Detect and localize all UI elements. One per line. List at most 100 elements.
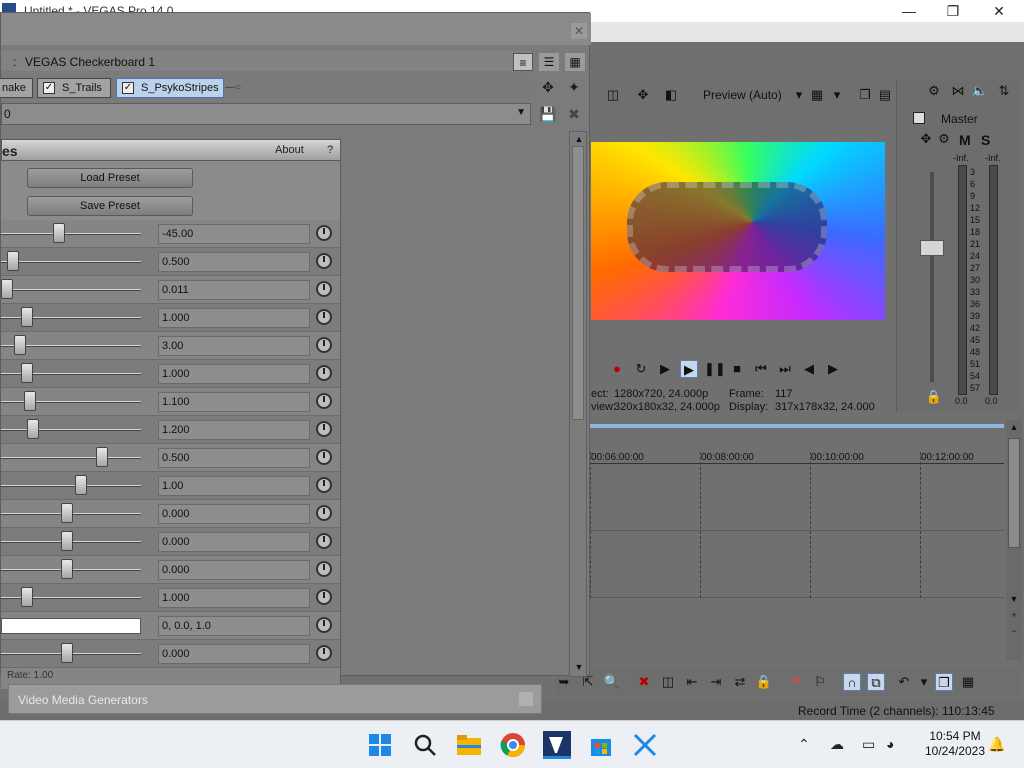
stop-icon[interactable]: ■ xyxy=(728,360,746,378)
pan-icon[interactable]: ✥ xyxy=(917,130,935,148)
parameter-value-field[interactable]: 0, 0.0, 1.0 xyxy=(158,616,310,636)
parameter-slider-knob[interactable] xyxy=(27,419,39,439)
minimize-button[interactable]: — xyxy=(886,0,932,22)
display-icon[interactable]: ▭ xyxy=(862,736,875,753)
parameter-value-field[interactable]: 1.00 xyxy=(158,476,310,496)
dialog-scrollbar[interactable]: ▲ ▼ xyxy=(569,131,587,677)
ripple-edit-icon[interactable]: ↶ xyxy=(895,673,913,691)
parameter-slider-track[interactable] xyxy=(1,233,141,235)
parameter-slider-knob[interactable] xyxy=(61,503,73,523)
animate-keyframe-icon[interactable] xyxy=(316,393,332,409)
lock-icon[interactable]: 🔒 xyxy=(925,388,943,406)
scroll-up-icon[interactable]: ▲ xyxy=(1008,422,1020,434)
close-window-button[interactable]: ✕ xyxy=(976,0,1022,22)
ripple-dropdown-icon[interactable]: ▾ xyxy=(915,673,933,691)
parameter-slider-track[interactable] xyxy=(1,261,141,263)
store-icon[interactable] xyxy=(587,731,615,759)
preview-quality-select[interactable]: Preview (Auto) xyxy=(703,88,782,102)
parameter-slider-track[interactable] xyxy=(1,485,141,487)
next-frame-icon[interactable]: ▶ xyxy=(824,360,842,378)
parameter-value-field[interactable]: 0.011 xyxy=(158,280,310,300)
parameter-slider-knob[interactable] xyxy=(7,251,19,271)
solo-button[interactable]: S xyxy=(981,132,990,148)
zoom-tool-icon[interactable]: 🔍 xyxy=(603,673,621,691)
parameter-value-field[interactable]: 1.100 xyxy=(158,392,310,412)
zoom-out-icon[interactable]: − xyxy=(1008,626,1020,638)
animate-keyframe-icon[interactable] xyxy=(316,533,332,549)
save-preset-icon[interactable]: 💾 xyxy=(538,104,558,124)
snipping-tool-icon[interactable] xyxy=(631,731,659,759)
parameter-value-field[interactable]: 0.000 xyxy=(158,560,310,580)
animate-keyframe-icon[interactable] xyxy=(316,645,332,661)
zoom-in-icon[interactable]: + xyxy=(1008,610,1020,622)
marker-icon[interactable]: ⚑ xyxy=(787,673,805,691)
animate-keyframe-icon[interactable] xyxy=(316,337,332,353)
parameter-slider-track[interactable] xyxy=(1,457,141,459)
parameter-value-field[interactable]: -45.00 xyxy=(158,224,310,244)
parameter-slider-knob[interactable] xyxy=(21,307,33,327)
animate-keyframe-icon[interactable] xyxy=(316,253,332,269)
trim-start-icon[interactable]: ⇤ xyxy=(683,673,701,691)
save-snapshot-icon[interactable]: ▤ xyxy=(876,86,894,104)
help-button[interactable]: ? xyxy=(327,144,333,156)
split-screen-icon[interactable]: ◫ xyxy=(604,86,622,104)
vegas-pro-icon[interactable] xyxy=(543,731,571,759)
animate-keyframe-icon[interactable] xyxy=(316,449,332,465)
checkbox-icon[interactable]: ✓ xyxy=(122,82,134,94)
preview-dropdown-icon[interactable]: ▾ xyxy=(790,86,808,104)
animate-keyframe-icon[interactable] xyxy=(316,617,332,633)
master-toggle[interactable] xyxy=(913,112,925,124)
speaker-icon[interactable]: 🔈 xyxy=(971,82,989,100)
parameter-slider-track[interactable] xyxy=(1,429,141,431)
list-view-icon[interactable]: ≡ xyxy=(513,53,533,71)
routing-icon[interactable]: ⇅ xyxy=(995,82,1013,100)
go-to-end-icon[interactable]: ⏭ xyxy=(776,360,794,378)
region-icon[interactable]: ⚐ xyxy=(811,673,829,691)
parameter-value-field[interactable]: 1.000 xyxy=(158,364,310,384)
animate-keyframe-icon[interactable] xyxy=(316,225,332,241)
parameter-value-field[interactable]: 1.000 xyxy=(158,308,310,328)
network-icon[interactable]: ◕ xyxy=(886,736,894,752)
scroll-thumb[interactable] xyxy=(1008,438,1020,548)
group-dropdown-icon[interactable]: ▦ xyxy=(959,673,977,691)
animate-keyframe-icon[interactable] xyxy=(316,365,332,381)
file-explorer-icon[interactable] xyxy=(455,731,483,759)
parameter-slider-track[interactable] xyxy=(1,289,141,291)
chrome-icon[interactable] xyxy=(499,731,527,759)
maximize-button[interactable]: ❐ xyxy=(930,0,976,22)
record-icon[interactable]: ● xyxy=(608,360,626,378)
animate-keyframe-icon[interactable] xyxy=(316,477,332,493)
animate-keyframe-icon[interactable] xyxy=(316,589,332,605)
close-icon[interactable] xyxy=(519,692,533,706)
scroll-down-icon[interactable]: ▼ xyxy=(1008,594,1020,606)
event-grouping-icon[interactable]: ❐ xyxy=(935,673,953,691)
parameter-slider-knob[interactable] xyxy=(53,223,65,243)
play-from-start-icon[interactable]: ▶ xyxy=(656,360,674,378)
fx-tab-s-psykostripes[interactable]: ✓ S_PsykoStripes xyxy=(116,78,224,98)
snapping-icon[interactable]: ∩ xyxy=(843,673,861,691)
trim-icon[interactable]: ◫ xyxy=(659,673,677,691)
color-swatch[interactable] xyxy=(1,618,141,634)
overlay-icon[interactable]: ◧ xyxy=(662,86,680,104)
settings-icon[interactable]: ⚙ xyxy=(925,82,943,100)
parameter-value-field[interactable]: 0.500 xyxy=(158,448,310,468)
split-icon[interactable]: ⇄ xyxy=(731,673,749,691)
onedrive-icon[interactable]: ☁ xyxy=(830,736,844,753)
parameter-value-field[interactable]: 0.000 xyxy=(158,504,310,524)
master-fader-track[interactable] xyxy=(930,172,934,382)
previous-frame-icon[interactable]: ◀ xyxy=(800,360,818,378)
timeline-ruler[interactable]: 00:06:00:00 00:08:00:00 00:10:00:00 00:12:0… xyxy=(590,450,1004,464)
animate-keyframe-icon[interactable] xyxy=(316,561,332,577)
about-button[interactable]: About xyxy=(275,144,304,156)
animate-keyframe-icon[interactable] xyxy=(316,505,332,521)
animate-keyframe-icon[interactable] xyxy=(316,309,332,325)
parameter-slider-knob[interactable] xyxy=(96,447,108,467)
parameter-value-field[interactable]: 1.000 xyxy=(158,588,310,608)
detail-view-icon[interactable]: ☰ xyxy=(539,53,559,71)
system-clock[interactable]: 10:54 PM 10/24/2023 xyxy=(920,729,990,759)
delete-preset-icon[interactable]: ✖ xyxy=(564,104,584,124)
save-preset-button[interactable]: Save Preset xyxy=(27,196,193,216)
parameter-value-field[interactable]: 0.500 xyxy=(158,252,310,272)
search-icon[interactable] xyxy=(411,731,439,759)
parameter-value-field[interactable]: 0.000 xyxy=(158,532,310,552)
